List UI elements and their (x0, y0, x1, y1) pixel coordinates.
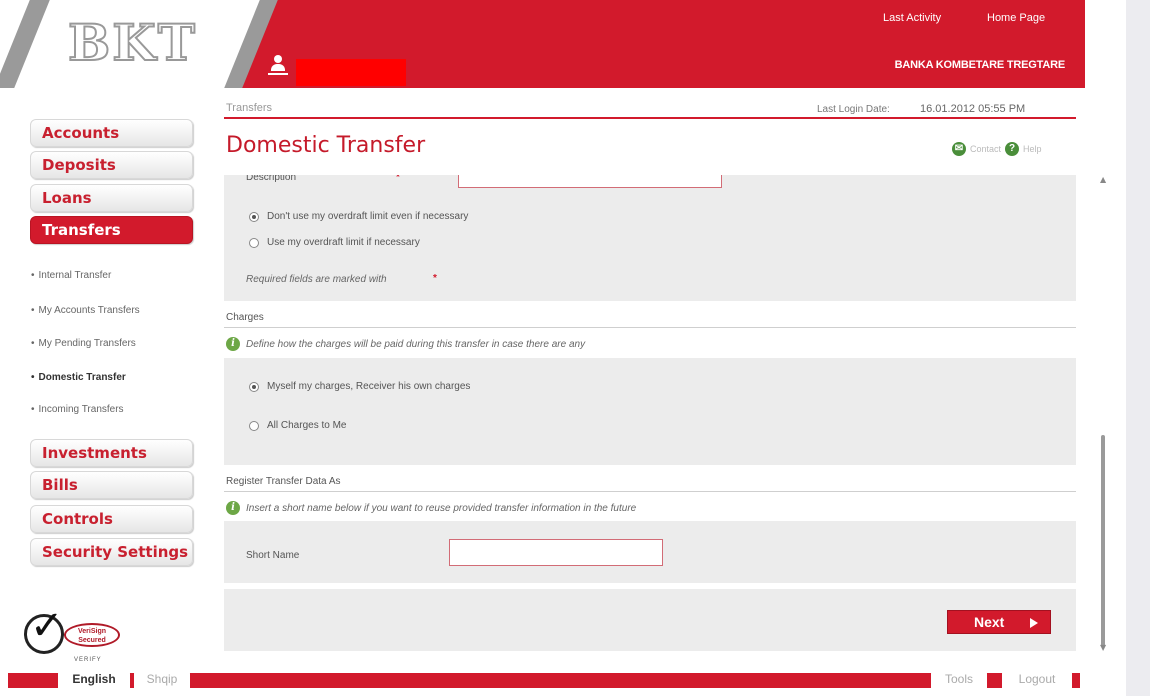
section-divider (224, 327, 1076, 328)
logout-link[interactable]: Logout (1002, 668, 1072, 690)
sidebar-item-transfers[interactable]: Transfers (30, 216, 193, 244)
info-icon: i (226, 501, 240, 515)
home-page-link[interactable]: Home Page (987, 12, 1045, 24)
last-login-label: Last Login Date: (817, 104, 890, 115)
help-icon[interactable]: ? (1005, 142, 1020, 156)
verisign-line2: Secured (78, 637, 106, 644)
overdraft-yes-radio[interactable] (249, 238, 259, 248)
submenu-label: Incoming Transfers (38, 404, 124, 415)
title-divider (224, 117, 1076, 119)
charges-info: Define how the charges will be paid duri… (246, 339, 586, 350)
charges-panel: Myself my charges, Receiver his own char… (224, 358, 1076, 465)
required-marker: * (433, 273, 437, 284)
scroll-down-icon[interactable]: ▼ (1100, 643, 1106, 652)
submenu-label: Internal Transfer (38, 270, 112, 281)
overdraft-no-radio[interactable] (249, 212, 259, 222)
last-activity-link[interactable]: Last Activity (883, 12, 941, 24)
header-bar: BKT Last Activity Home Page BANKA KOMBET… (0, 0, 1085, 88)
form-scroll-area: Description * Don't use my overdraft lim… (224, 175, 1094, 655)
required-marker: * (396, 175, 400, 183)
bank-name: BANKA KOMBETARE TREGTARE (894, 59, 1066, 71)
breadcrumb[interactable]: Transfers (226, 102, 272, 114)
overdraft-yes-label: Use my overdraft limit if necessary (267, 237, 420, 248)
sidebar-item-accounts[interactable]: Accounts (30, 119, 193, 147)
user-name-redacted (296, 59, 406, 86)
scrollbar[interactable]: ▲ ▼ (1098, 175, 1108, 655)
sidebar-item-bills[interactable]: Bills (30, 471, 193, 499)
language-shqip[interactable]: Shqip (134, 668, 190, 690)
submenu-internal-transfer[interactable]: • Internal Transfer (31, 270, 111, 281)
user-icon (268, 55, 288, 75)
last-login-value: 16.01.2012 05:55 PM (920, 103, 1026, 115)
sidebar-item-security-settings[interactable]: Security Settings (30, 538, 193, 566)
scroll-thumb[interactable] (1101, 435, 1105, 647)
charges-heading: Charges (226, 312, 264, 323)
language-english[interactable]: English (58, 668, 130, 690)
overdraft-panel: Description * Don't use my overdraft lim… (224, 175, 1076, 301)
description-label: Description (246, 175, 297, 183)
submenu-label: Domestic Transfer (38, 372, 126, 383)
verisign-line1: VeriSign (77, 628, 106, 635)
contact-icon[interactable]: ✉ (952, 142, 966, 156)
contact-link[interactable]: Contact (970, 144, 1001, 154)
register-heading: Register Transfer Data As (226, 476, 341, 487)
submenu-domestic-transfer[interactable]: • Domestic Transfer (31, 372, 126, 383)
charges-all-me-radio[interactable] (249, 421, 259, 431)
sidebar-item-investments[interactable]: Investments (30, 439, 193, 467)
checkmark-icon: ✓ (30, 603, 64, 649)
section-divider (224, 491, 1076, 492)
next-button[interactable]: Next (947, 610, 1051, 634)
charges-shared-label: Myself my charges, Receiver his own char… (267, 381, 471, 392)
verisign-seal: VeriSign Secured (64, 623, 120, 647)
tools-link[interactable]: Tools (931, 668, 987, 690)
scroll-up-icon[interactable]: ▲ (1100, 175, 1106, 184)
short-name-input[interactable] (449, 539, 663, 566)
register-info: Insert a short name below if you want to… (246, 503, 637, 514)
window-edge (1126, 0, 1150, 696)
submenu-label: My Pending Transfers (38, 338, 136, 349)
info-icon: i (226, 337, 240, 351)
submenu-my-pending-transfers[interactable]: • My Pending Transfers (31, 338, 136, 349)
arrow-right-icon (1030, 618, 1038, 628)
charges-shared-radio[interactable] (249, 382, 259, 392)
submenu-my-accounts-transfers[interactable]: • My Accounts Transfers (31, 305, 140, 316)
page-title: Domestic Transfer (226, 133, 426, 158)
bkt-logo[interactable]: BKT (67, 13, 218, 73)
sidebar-item-controls[interactable]: Controls (30, 505, 193, 533)
submenu-incoming-transfers[interactable]: • Incoming Transfers (31, 404, 124, 415)
contact-help-links: ✉ Contact ? Help (952, 142, 1042, 156)
overdraft-no-label: Don't use my overdraft limit even if nec… (267, 211, 469, 222)
short-name-label: Short Name (246, 550, 300, 561)
sidebar-item-deposits[interactable]: Deposits (30, 151, 193, 179)
short-name-panel: Short Name (224, 521, 1076, 583)
next-label: Next (974, 614, 1005, 630)
submenu-label: My Accounts Transfers (38, 305, 140, 316)
charges-all-me-label: All Charges to Me (267, 420, 347, 431)
help-link[interactable]: Help (1023, 144, 1042, 154)
description-input[interactable] (458, 175, 722, 188)
verisign-badge[interactable]: ✓ VeriSign Secured VERIFY (24, 606, 124, 666)
required-note: Required fields are marked with (246, 274, 387, 285)
sidebar-item-loans[interactable]: Loans (30, 184, 193, 212)
verisign-verify: VERIFY (74, 657, 102, 663)
